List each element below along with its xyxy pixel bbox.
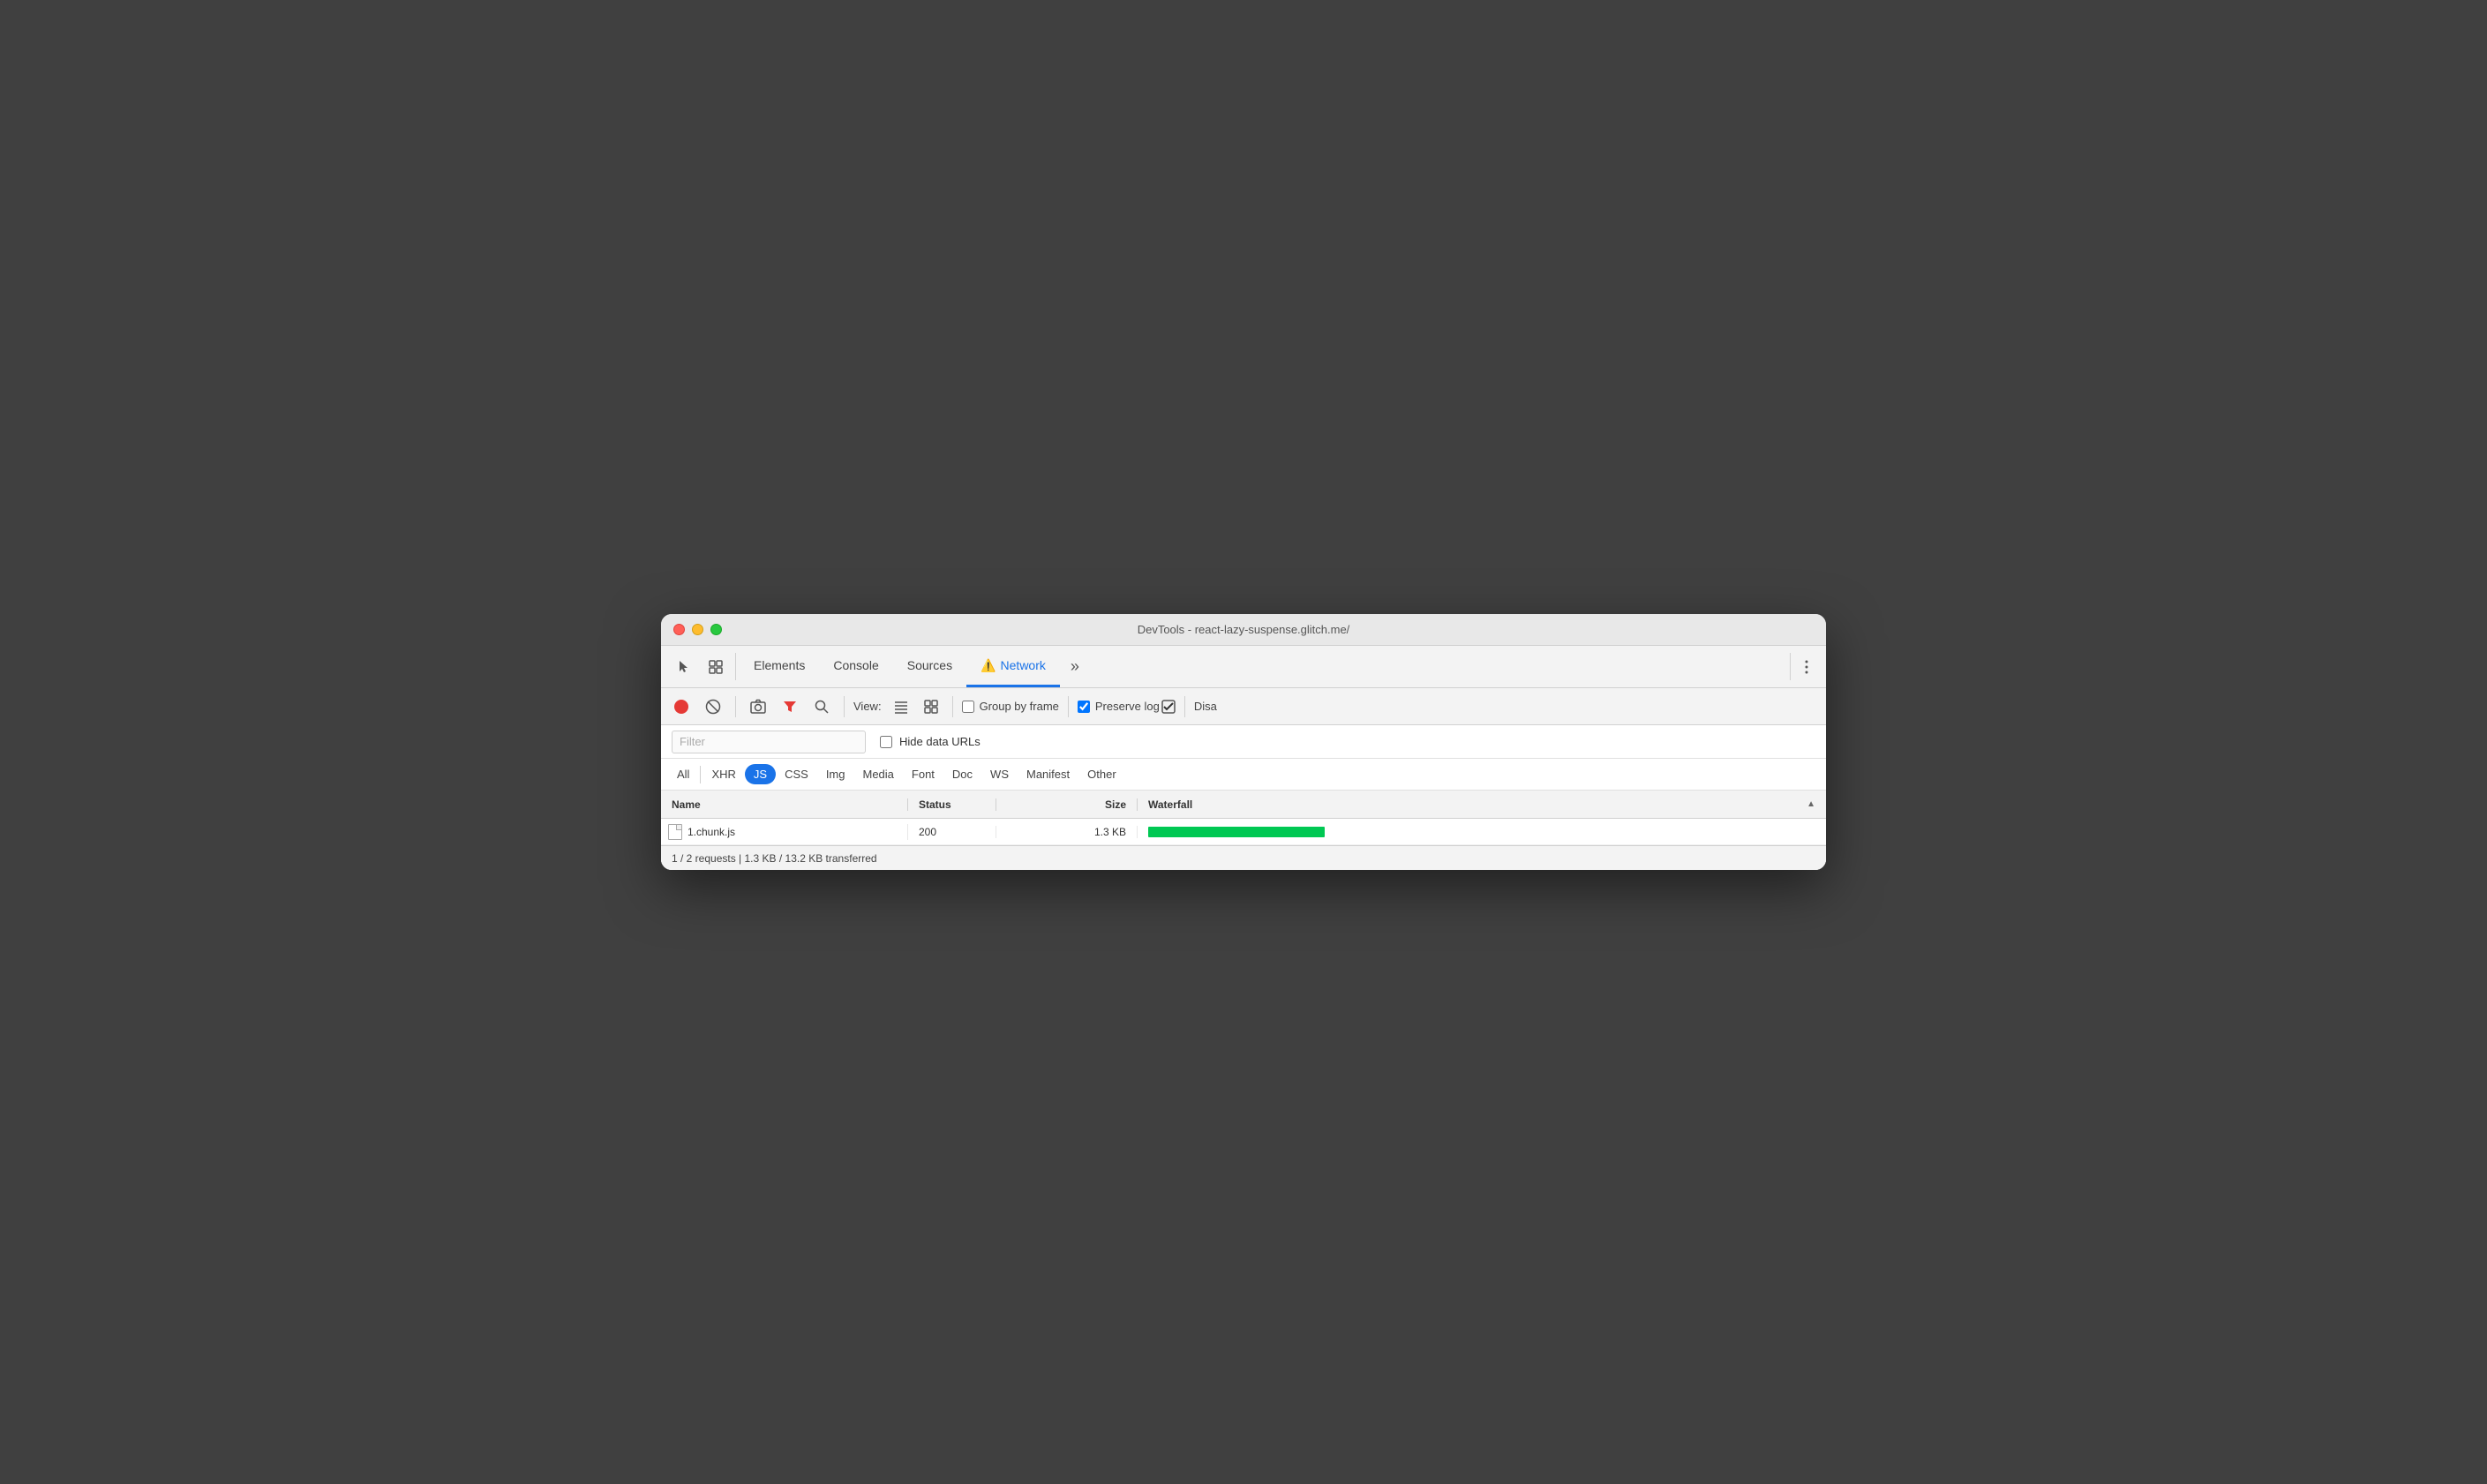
table-row[interactable]: 1.chunk.js 200 1.3 KB: [661, 819, 1826, 845]
tab-elements[interactable]: Elements: [740, 646, 819, 687]
tab-sources[interactable]: Sources: [893, 646, 966, 687]
hide-data-urls-group[interactable]: Hide data URLs: [880, 735, 981, 748]
tab-bar: Elements Console Sources ⚠️ Network »: [661, 646, 1826, 688]
tab-spacer: [1090, 646, 1786, 687]
filter-bar: Hide data URLs: [661, 725, 1826, 759]
table-header: Name Status Size Waterfall ▲: [661, 791, 1826, 819]
type-filter-bar: All XHR JS CSS Img Media Font Doc WS Man…: [661, 759, 1826, 791]
type-divider-1: [700, 766, 701, 783]
filter-button[interactable]: [777, 693, 803, 720]
tab-divider-1: [735, 653, 736, 680]
th-waterfall[interactable]: Waterfall ▲: [1138, 798, 1826, 811]
minimize-button[interactable]: [692, 624, 703, 635]
toolbar-sep-2: [844, 696, 845, 717]
tab-divider-2: [1790, 653, 1791, 680]
title-bar: DevTools - react-lazy-suspense.glitch.me…: [661, 614, 1826, 646]
inspect-icon[interactable]: [700, 646, 732, 687]
type-filter-all[interactable]: All: [668, 764, 698, 784]
filter-input[interactable]: [672, 731, 866, 753]
tab-network[interactable]: ⚠️ Network: [966, 646, 1060, 687]
maximize-button[interactable]: [710, 624, 722, 635]
network-table: Name Status Size Waterfall ▲ 1: [661, 791, 1826, 845]
type-filter-js[interactable]: JS: [745, 764, 776, 784]
devtools-container: Elements Console Sources ⚠️ Network »: [661, 646, 1826, 870]
th-name[interactable]: Name: [661, 798, 908, 811]
table-body: 1.chunk.js 200 1.3 KB: [661, 819, 1826, 845]
th-size[interactable]: Size: [996, 798, 1138, 811]
type-filter-xhr[interactable]: XHR: [703, 764, 744, 784]
td-status: 200: [908, 826, 996, 838]
type-filter-font[interactable]: Font: [903, 764, 943, 784]
td-waterfall: [1138, 827, 1826, 837]
close-button[interactable]: [673, 624, 685, 635]
type-filter-css[interactable]: CSS: [776, 764, 817, 784]
tab-console[interactable]: Console: [819, 646, 892, 687]
file-name: 1.chunk.js: [687, 826, 735, 838]
type-filter-img[interactable]: Img: [817, 764, 854, 784]
cursor-icon[interactable]: [668, 646, 700, 687]
tab-more-button[interactable]: »: [1060, 646, 1090, 687]
group-by-frame-checkbox[interactable]: [962, 701, 974, 713]
preserve-log-label: Preserve log: [1095, 700, 1160, 713]
view-group-button[interactable]: [919, 694, 943, 719]
type-filter-doc[interactable]: Doc: [943, 764, 981, 784]
type-filter-ws[interactable]: WS: [981, 764, 1018, 784]
toolbar-sep-4: [1068, 696, 1069, 717]
file-icon: [668, 824, 682, 840]
toolbar-sep-3: [952, 696, 953, 717]
search-button[interactable]: [808, 693, 835, 720]
th-status[interactable]: Status: [908, 798, 996, 811]
view-label: View:: [853, 700, 882, 713]
clear-button[interactable]: [700, 693, 726, 720]
td-name: 1.chunk.js: [661, 824, 908, 840]
file-size: 1.3 KB: [1094, 826, 1126, 838]
hide-data-urls-checkbox[interactable]: [880, 736, 892, 748]
status-code: 200: [919, 826, 936, 838]
screenshot-button[interactable]: [745, 693, 771, 720]
window-title: DevTools - react-lazy-suspense.glitch.me…: [1138, 623, 1350, 636]
preserve-log-group[interactable]: Preserve log: [1078, 700, 1160, 713]
toolbar-sep-5: [1184, 696, 1185, 717]
toolbar-sep-1: [735, 696, 736, 717]
type-filter-manifest[interactable]: Manifest: [1018, 764, 1078, 784]
group-by-frame-label: Group by frame: [980, 700, 1059, 713]
status-text: 1 / 2 requests | 1.3 KB / 13.2 KB transf…: [672, 852, 877, 865]
record-button[interactable]: [668, 693, 695, 720]
group-by-frame-group[interactable]: Group by frame: [962, 700, 1059, 713]
preserve-log-check-icon: [1161, 700, 1176, 714]
warning-icon: ⚠️: [981, 658, 996, 673]
type-filter-media[interactable]: Media: [853, 764, 902, 784]
type-filter-other[interactable]: Other: [1078, 764, 1125, 784]
sort-arrow-icon: ▲: [1807, 799, 1815, 809]
td-size: 1.3 KB: [996, 826, 1138, 838]
toolbar: View:: [661, 688, 1826, 725]
more-menu-button[interactable]: [1794, 646, 1819, 687]
status-bar: 1 / 2 requests | 1.3 KB / 13.2 KB transf…: [661, 845, 1826, 870]
traffic-lights: [673, 624, 722, 635]
waterfall-bar: [1148, 827, 1325, 837]
preserve-log-checkbox[interactable]: [1078, 701, 1090, 713]
devtools-window: DevTools - react-lazy-suspense.glitch.me…: [661, 614, 1826, 870]
view-list-button[interactable]: [889, 694, 913, 719]
disable-cache-label: Disa: [1194, 700, 1217, 713]
hide-data-urls-label: Hide data URLs: [899, 735, 981, 748]
